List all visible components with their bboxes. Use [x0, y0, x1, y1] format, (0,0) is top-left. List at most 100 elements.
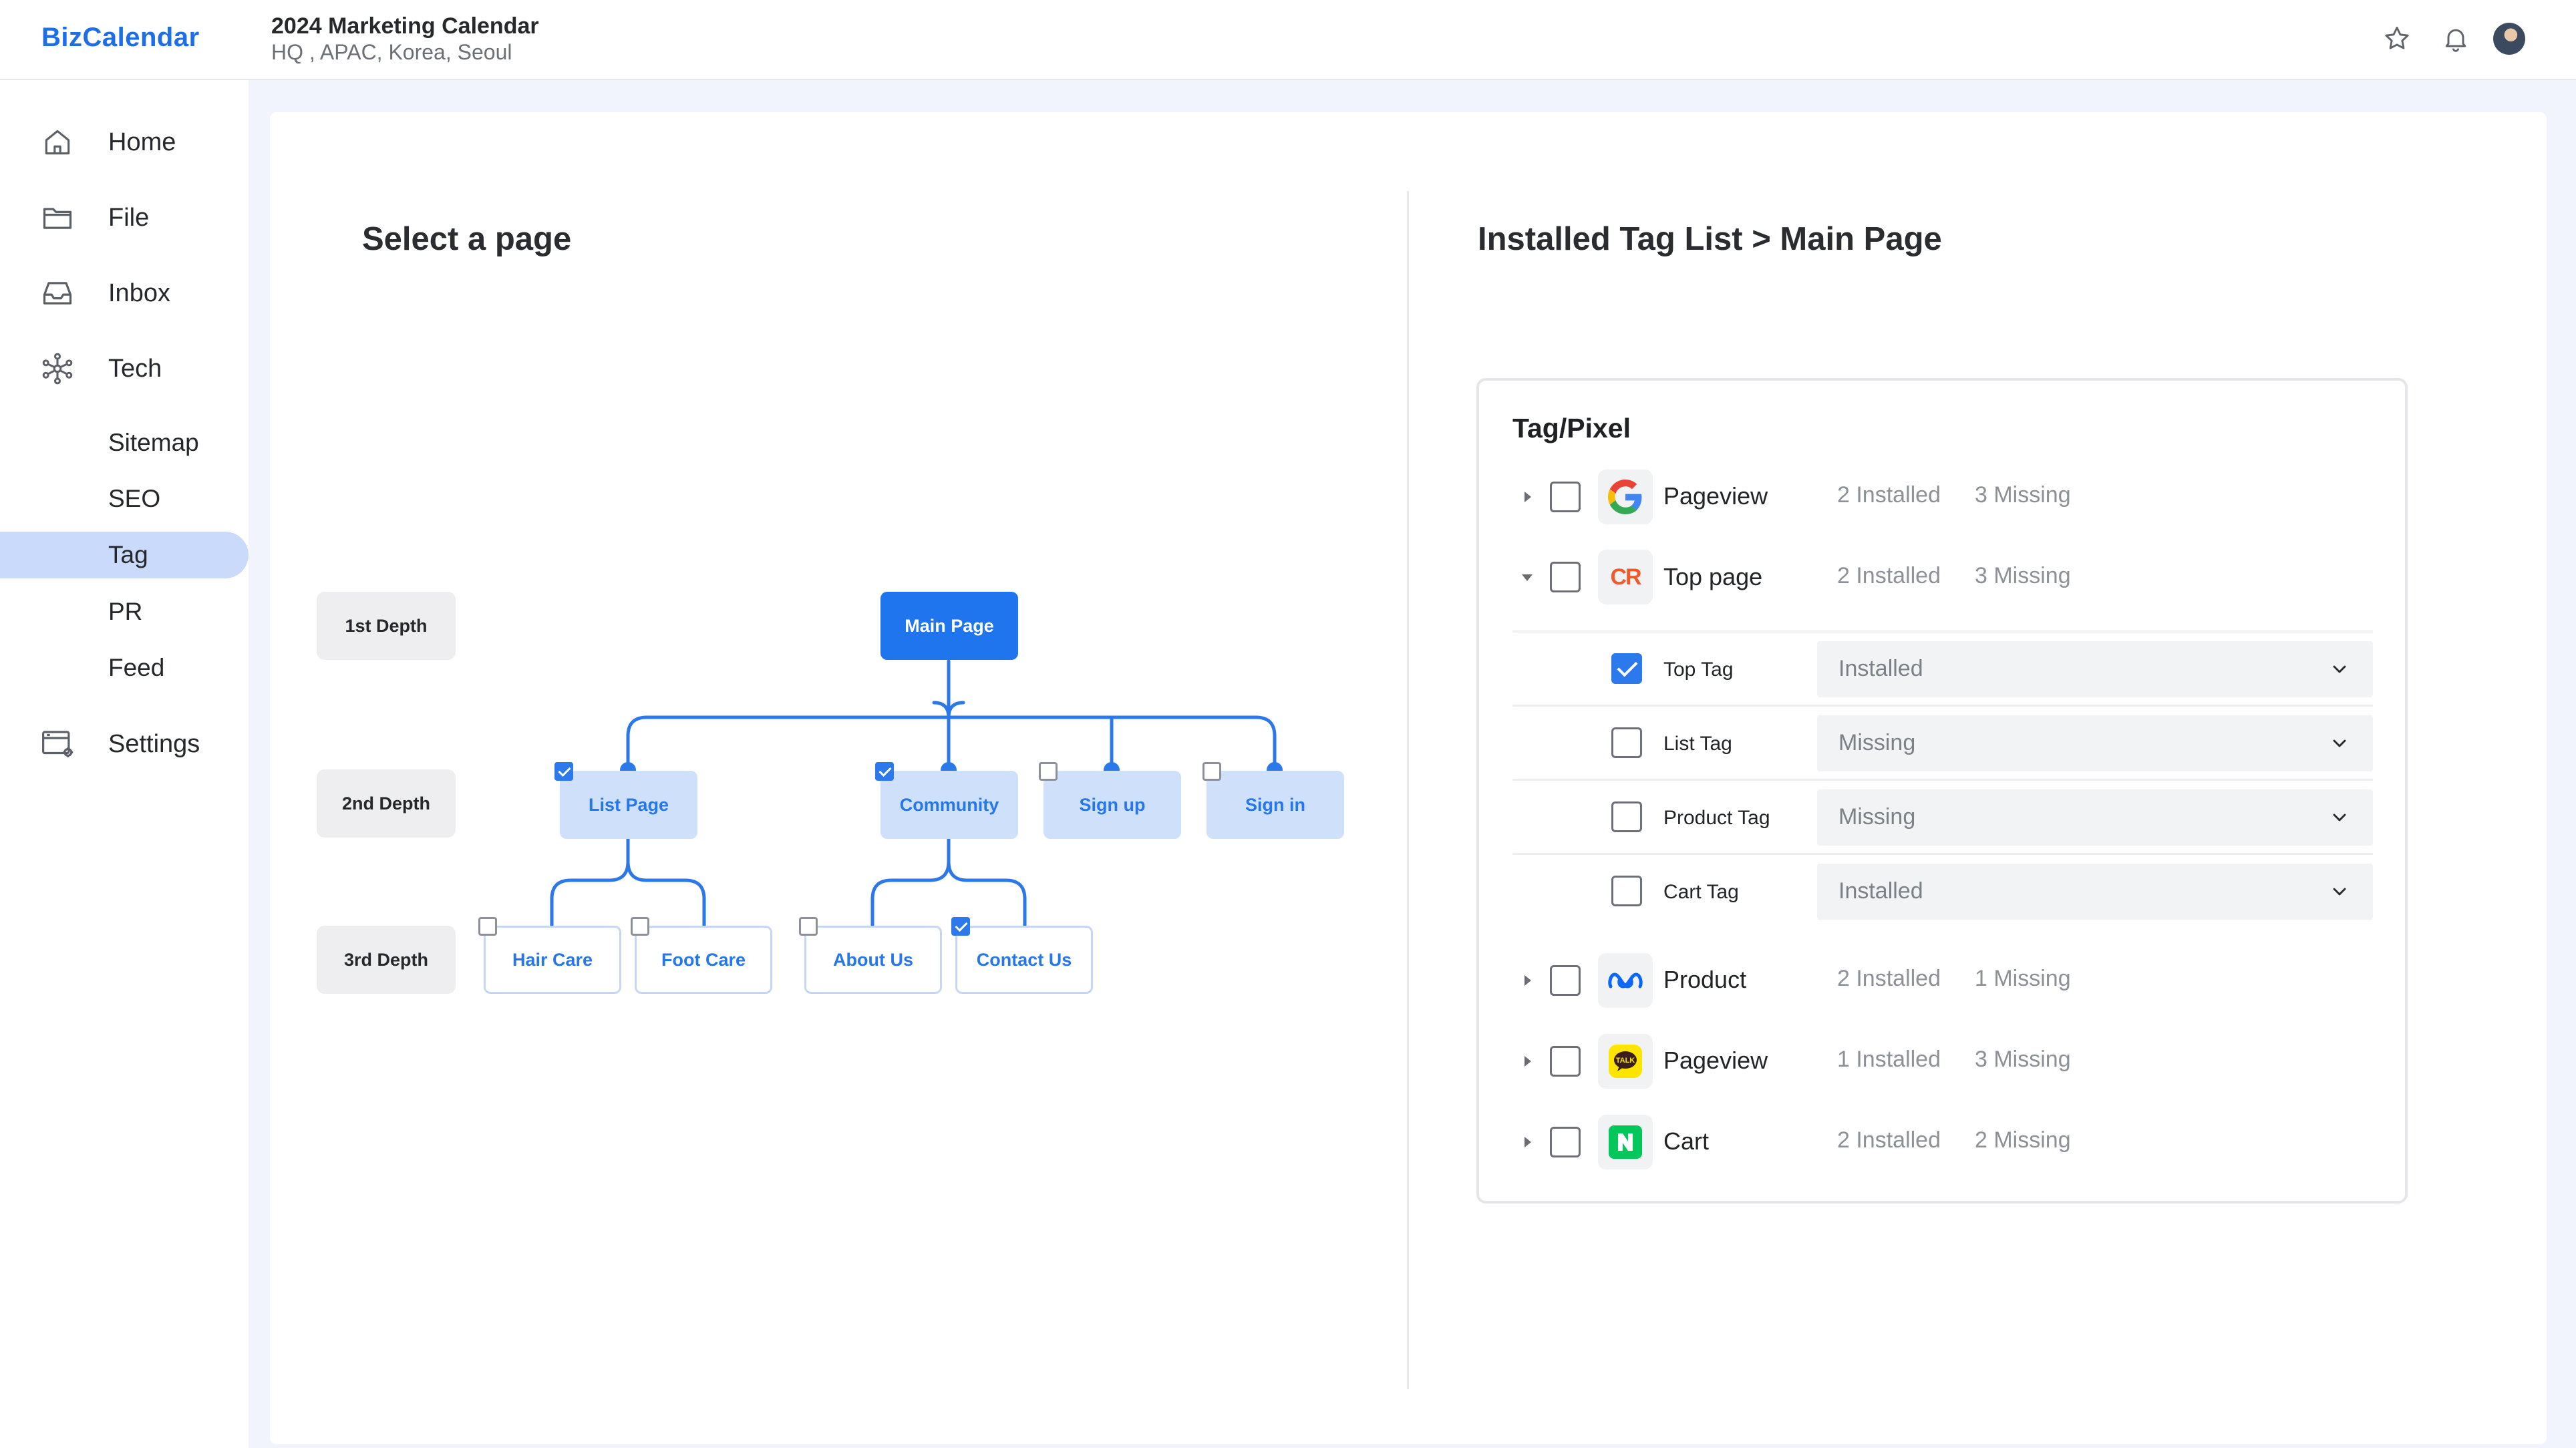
sidebar-subitem-feed[interactable]: Feed — [0, 645, 249, 691]
installed-count: 2 Installed — [1837, 482, 1941, 508]
installed-count: 2 Installed — [1837, 1127, 1941, 1153]
sidebar-item-label: Tech — [108, 354, 162, 383]
sidebar-item-label: Inbox — [108, 279, 170, 307]
tree-node-contact-us[interactable]: Contact Us — [955, 926, 1093, 994]
sidebar-item-label: Feed — [108, 654, 165, 681]
tag-row-name: Product — [1663, 966, 1747, 993]
tag-row-name: Top page — [1663, 563, 1763, 590]
sub-tag-name: List Tag — [1663, 733, 1732, 755]
tree-checkbox-hair-care[interactable] — [478, 917, 497, 936]
depth-label-1: 1st Depth — [317, 592, 456, 660]
sidebar-item-label: Home — [108, 128, 176, 156]
bell-icon[interactable] — [2438, 21, 2473, 56]
expand-caret[interactable] — [1524, 975, 1531, 986]
tree-checkbox-contact-us[interactable] — [951, 917, 970, 936]
sub-tag-name: Cart Tag — [1663, 881, 1739, 903]
sidebar-subitem-tag[interactable]: Tag — [0, 532, 249, 578]
tree-node-sign-in[interactable]: Sign in — [1206, 771, 1344, 839]
sidebar-item-label: Sitemap — [108, 429, 199, 456]
tree-node-community[interactable]: Community — [880, 771, 1018, 839]
tree-checkbox-community[interactable] — [875, 762, 894, 781]
sidebar-item-settings[interactable]: Settings — [0, 720, 249, 768]
select-page-title: Select a page — [362, 221, 572, 257]
tag-panel-title: Tag/Pixel — [1512, 413, 1631, 443]
tree-node-about-us[interactable]: About Us — [804, 926, 942, 994]
status-value: Missing — [1838, 804, 1916, 830]
svg-text:TALK: TALK — [1616, 1057, 1635, 1065]
tree-node-sign-up[interactable]: Sign up — [1043, 771, 1181, 839]
chevron-down-icon — [2329, 881, 2350, 906]
row-divider — [1512, 853, 2373, 855]
missing-count: 3 Missing — [1975, 482, 2071, 508]
expand-caret[interactable] — [1524, 1137, 1531, 1147]
tree-node-main-page[interactable]: Main Page — [880, 592, 1018, 660]
app-logo[interactable]: BizCalendar — [41, 23, 200, 53]
star-icon[interactable] — [2380, 21, 2414, 56]
naver-icon — [1598, 1115, 1653, 1169]
sub-row-checkbox[interactable] — [1611, 801, 1642, 832]
tree-checkbox-list-page[interactable] — [554, 762, 573, 781]
missing-count: 2 Missing — [1975, 1127, 2071, 1153]
tree-checkbox-about-us[interactable] — [799, 917, 818, 936]
tag-row-name: Pageview — [1663, 482, 1768, 510]
sub-row-checkbox[interactable] — [1611, 727, 1642, 758]
row-checkbox[interactable] — [1550, 482, 1581, 512]
tree-checkbox-sign-in[interactable] — [1202, 762, 1221, 781]
installed-count: 2 Installed — [1837, 563, 1941, 588]
tree-node-list-page[interactable]: List Page — [560, 771, 697, 839]
row-checkbox[interactable] — [1550, 1046, 1581, 1077]
criteo-icon: CR — [1598, 550, 1653, 604]
sub-tag-name: Product Tag — [1663, 807, 1770, 829]
status-dropdown[interactable]: Missing — [1817, 715, 2373, 771]
depth-label-3: 3rd Depth — [317, 926, 456, 994]
meta-icon — [1598, 953, 1653, 1008]
sub-tag-name: Top Tag — [1663, 659, 1734, 681]
sidebar-item-label: SEO — [108, 485, 161, 512]
sidebar-subitem-pr[interactable]: PR — [0, 588, 249, 635]
status-dropdown[interactable]: Installed — [1817, 864, 2373, 920]
sidebar-subitem-sitemap[interactable]: Sitemap — [0, 419, 249, 466]
tree-node-hair-care[interactable]: Hair Care — [484, 926, 621, 994]
status-value: Installed — [1838, 656, 1923, 681]
calendar-title: 2024 Marketing Calendar — [271, 13, 539, 39]
tag-row-name: Pageview — [1663, 1047, 1768, 1074]
chevron-down-icon — [2329, 807, 2350, 832]
calendar-subtitle: HQ , APAC, Korea, Seoul — [271, 40, 512, 64]
missing-count: 3 Missing — [1975, 563, 2071, 588]
installed-tag-title: Installed Tag List > Main Page — [1478, 221, 1942, 257]
inbox-icon — [39, 275, 76, 312]
row-divider — [1512, 705, 2373, 707]
expand-caret[interactable] — [1524, 492, 1531, 502]
sidebar-item-tech[interactable]: Tech — [0, 345, 249, 393]
sidebar-item-file[interactable]: File — [0, 194, 249, 242]
missing-count: 1 Missing — [1975, 966, 2071, 991]
sidebar-item-label: PR — [108, 598, 143, 625]
status-value: Missing — [1838, 730, 1916, 755]
collapse-caret[interactable] — [1522, 574, 1533, 581]
sidebar-item-home[interactable]: Home — [0, 118, 249, 166]
kakao-icon: TALK — [1598, 1034, 1653, 1089]
status-dropdown[interactable]: Missing — [1817, 789, 2373, 846]
tree-checkbox-sign-up[interactable] — [1039, 762, 1058, 781]
row-divider — [1512, 630, 2373, 632]
depth-label-2: 2nd Depth — [317, 769, 456, 838]
row-checkbox[interactable] — [1550, 965, 1581, 996]
sub-row-checkbox[interactable] — [1611, 876, 1642, 906]
sidebar-subitem-seo[interactable]: SEO — [0, 476, 249, 522]
expand-caret[interactable] — [1524, 1056, 1531, 1067]
folder-icon — [39, 199, 76, 236]
installed-count: 2 Installed — [1837, 966, 1941, 991]
tree-checkbox-foot-care[interactable] — [631, 917, 649, 936]
tree-node-foot-care[interactable]: Foot Care — [635, 926, 772, 994]
sub-row-checkbox[interactable] — [1611, 653, 1642, 684]
status-dropdown[interactable]: Installed — [1817, 641, 2373, 697]
settings-icon — [39, 725, 76, 763]
missing-count: 3 Missing — [1975, 1047, 2071, 1072]
row-divider — [1512, 779, 2373, 781]
avatar[interactable] — [2493, 23, 2525, 55]
sidebar-item-inbox[interactable]: Inbox — [0, 269, 249, 317]
network-icon — [39, 350, 76, 387]
row-checkbox[interactable] — [1550, 1127, 1581, 1157]
vertical-divider — [1407, 191, 1409, 1389]
row-checkbox[interactable] — [1550, 562, 1581, 592]
